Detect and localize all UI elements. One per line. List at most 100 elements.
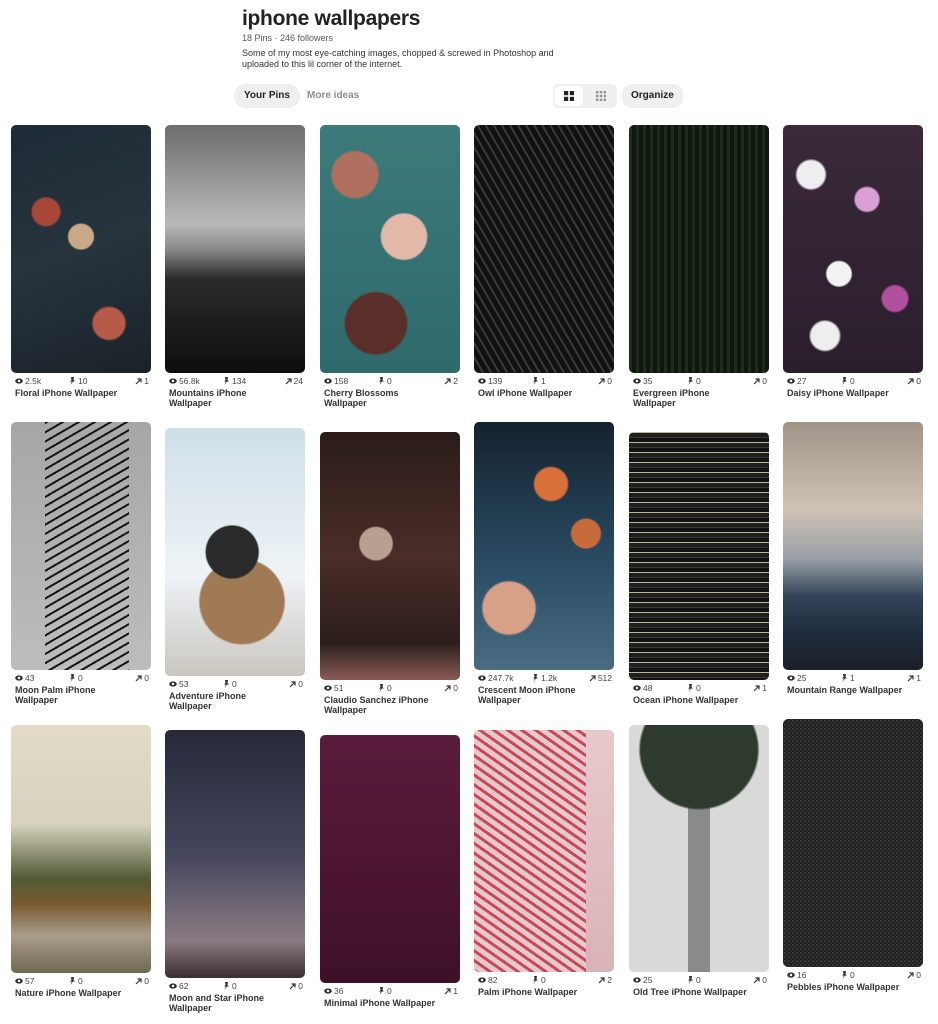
pin-title[interactable]: Old Tree iPhone Wallpaper bbox=[629, 987, 751, 997]
pin-views: 2.5k bbox=[15, 376, 41, 386]
pin-card[interactable]: 82 0 2 Palm iPhone Wallpaper bbox=[474, 730, 614, 997]
pin-shares-count: 0 bbox=[144, 673, 149, 683]
tab-your-pins[interactable]: Your Pins bbox=[234, 84, 300, 108]
pin-views-count: 139 bbox=[488, 376, 503, 386]
pin-image[interactable] bbox=[320, 125, 460, 373]
pin-icon bbox=[688, 976, 693, 984]
pin-image[interactable] bbox=[165, 730, 305, 978]
pin-image[interactable] bbox=[165, 125, 305, 373]
pin-icon bbox=[688, 377, 693, 385]
pin-shares: 0 bbox=[598, 376, 612, 386]
pin-card[interactable]: 139 1 0 Owl iPhone Wallpaper bbox=[474, 125, 614, 398]
pin-card[interactable]: 56.8k 134 24 Mountains iPhone Wallpaper bbox=[165, 125, 305, 408]
pin-saves-count: 0 bbox=[696, 683, 701, 693]
pin-title[interactable]: Claudio Sanchez iPhone Wallpaper bbox=[320, 695, 442, 715]
eye-icon bbox=[324, 988, 332, 994]
pin-card[interactable]: 43 0 0 Moon Palm iPhone Wallpaper bbox=[11, 422, 151, 705]
pin-image[interactable] bbox=[11, 725, 151, 973]
pin-title[interactable]: Minimal iPhone Wallpaper bbox=[320, 998, 442, 1008]
pin-views: 25 bbox=[633, 975, 652, 985]
pin-card[interactable]: 48 0 1 Ocean iPhone Wallpaper bbox=[629, 432, 769, 705]
pin-title[interactable]: Moon and Star iPhone Wallpaper bbox=[165, 993, 287, 1013]
pin-card[interactable]: 25 1 1 Mountain Range Wallpaper bbox=[783, 422, 923, 695]
pin-card[interactable]: 35 0 0 Evergreen iPhone Wallpaper bbox=[629, 125, 769, 408]
share-arrow-icon bbox=[598, 377, 605, 384]
pin-image[interactable] bbox=[629, 125, 769, 373]
pin-image[interactable] bbox=[320, 432, 460, 680]
pin-title[interactable]: Mountain Range Wallpaper bbox=[783, 685, 905, 695]
pin-card[interactable]: 36 0 1 Minimal iPhone Wallpaper bbox=[320, 735, 460, 1008]
grid-small-view-button[interactable] bbox=[587, 86, 615, 106]
pin-shares: 1 bbox=[753, 683, 767, 693]
pin-title[interactable]: Daisy iPhone Wallpaper bbox=[783, 388, 905, 398]
pin-views-count: 48 bbox=[643, 683, 653, 693]
pin-views-count: 247.7k bbox=[488, 673, 514, 683]
pin-views-count: 2.5k bbox=[25, 376, 42, 386]
pin-title[interactable]: Floral iPhone Wallpaper bbox=[11, 388, 133, 398]
pin-saves: 0 bbox=[69, 673, 83, 683]
pin-title[interactable]: Evergreen iPhone Wallpaper bbox=[629, 388, 751, 408]
pin-card[interactable]: 16 0 0 Pebbles iPhone Wallpaper bbox=[783, 719, 923, 992]
pin-image[interactable] bbox=[320, 735, 460, 983]
pin-card[interactable]: 2.5k 10 1 Floral iPhone Wallpaper bbox=[11, 125, 151, 398]
pin-stats: 16 0 0 bbox=[783, 970, 923, 982]
pin-shares-count: 0 bbox=[298, 981, 303, 991]
pin-saves: 134 bbox=[223, 376, 246, 386]
pin-image[interactable] bbox=[474, 730, 614, 972]
pin-title[interactable]: Mountains iPhone Wallpaper bbox=[165, 388, 287, 408]
pin-saves: 1 bbox=[532, 376, 546, 386]
pin-stats: 43 0 0 bbox=[11, 673, 151, 685]
share-arrow-icon bbox=[289, 982, 296, 989]
pin-views-count: 25 bbox=[797, 673, 807, 683]
pin-saves: 0 bbox=[223, 981, 237, 991]
pin-title[interactable]: Cherry Blossoms Wallpaper bbox=[320, 388, 442, 408]
pin-saves: 0 bbox=[378, 986, 392, 996]
share-arrow-icon bbox=[135, 674, 142, 681]
pin-image[interactable] bbox=[783, 422, 923, 670]
pin-title[interactable]: Nature iPhone Wallpaper bbox=[11, 988, 133, 998]
pin-title[interactable]: Owl iPhone Wallpaper bbox=[474, 388, 596, 398]
pin-image[interactable] bbox=[474, 422, 614, 670]
pin-shares: 1 bbox=[135, 376, 149, 386]
board-description: Some of my most eye-catching images, cho… bbox=[242, 48, 554, 69]
pin-views: 53 bbox=[169, 679, 188, 689]
tab-more-ideas[interactable]: More ideas bbox=[297, 84, 369, 108]
pin-image[interactable] bbox=[629, 432, 769, 680]
share-arrow-icon bbox=[753, 684, 760, 691]
pin-saves-count: 1.2k bbox=[541, 673, 558, 683]
pin-image[interactable] bbox=[11, 125, 151, 373]
pin-image[interactable] bbox=[629, 725, 769, 972]
pin-card[interactable]: 247.7k 1.2k 512 Crescent Moon iPhone Wal… bbox=[474, 422, 614, 705]
eye-icon bbox=[478, 977, 486, 983]
pin-image[interactable] bbox=[11, 422, 151, 670]
pin-title[interactable]: Adventure iPhone Wallpaper bbox=[165, 691, 287, 711]
pin-icon bbox=[533, 377, 538, 385]
pin-title[interactable]: Pebbles iPhone Wallpaper bbox=[783, 982, 905, 992]
pin-card[interactable]: 51 0 0 Claudio Sanchez iPhone Wallpaper bbox=[320, 432, 460, 715]
grid-large-view-button[interactable] bbox=[555, 86, 583, 106]
pin-image[interactable] bbox=[165, 428, 305, 676]
pin-title[interactable]: Palm iPhone Wallpaper bbox=[474, 987, 596, 997]
pin-title[interactable]: Moon Palm iPhone Wallpaper bbox=[11, 685, 133, 705]
pin-image[interactable] bbox=[783, 719, 923, 967]
pin-saves-count: 0 bbox=[232, 679, 237, 689]
pin-card[interactable]: 25 0 0 Old Tree iPhone Wallpaper bbox=[629, 725, 769, 997]
pin-image[interactable] bbox=[783, 125, 923, 373]
share-arrow-icon bbox=[289, 680, 296, 687]
pin-card[interactable]: 62 0 0 Moon and Star iPhone Wallpaper bbox=[165, 730, 305, 1013]
pin-shares: 0 bbox=[135, 673, 149, 683]
pin-saves-count: 0 bbox=[387, 376, 392, 386]
pin-saves: 0 bbox=[532, 975, 546, 985]
pin-image[interactable] bbox=[474, 125, 614, 373]
pin-title[interactable]: Ocean iPhone Wallpaper bbox=[629, 695, 751, 705]
pin-card[interactable]: 53 0 0 Adventure iPhone Wallpaper bbox=[165, 428, 305, 711]
organize-button[interactable]: Organize bbox=[622, 84, 683, 108]
pin-card[interactable]: 57 0 0 Nature iPhone Wallpaper bbox=[11, 725, 151, 998]
pin-views: 62 bbox=[169, 981, 188, 991]
pin-icon bbox=[379, 987, 384, 995]
pin-title[interactable]: Crescent Moon iPhone Wallpaper bbox=[474, 685, 596, 705]
view-toggle bbox=[553, 84, 617, 108]
pin-card[interactable]: 158 0 2 Cherry Blossoms Wallpaper bbox=[320, 125, 460, 408]
share-arrow-icon bbox=[135, 977, 142, 984]
pin-card[interactable]: 27 0 0 Daisy iPhone Wallpaper bbox=[783, 125, 923, 398]
